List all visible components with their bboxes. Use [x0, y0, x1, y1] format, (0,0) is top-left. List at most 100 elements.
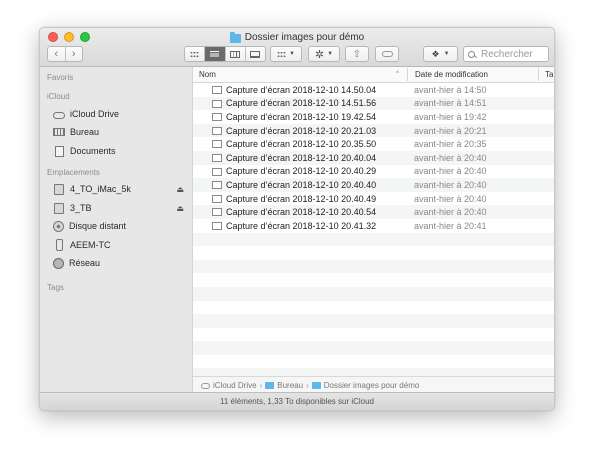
- image-file-icon: [212, 208, 222, 217]
- sidebar-item-label: Documents: [70, 146, 116, 156]
- empty-row: [193, 328, 554, 342]
- list-icon: [210, 50, 220, 58]
- sidebar-item-label: Réseau: [69, 258, 101, 268]
- eject-icon[interactable]: ⏏: [176, 204, 184, 213]
- file-name: Capture d’écran 2018-12-10 14.50.04: [226, 84, 377, 95]
- image-file-icon: [212, 167, 222, 176]
- image-file-icon: [212, 99, 222, 108]
- file-date: avant-hier à 20:35: [414, 139, 487, 150]
- cloud-icon: [53, 111, 65, 119]
- sidebar-item-disque-distant[interactable]: Disque distant: [53, 219, 184, 233]
- file-name: Capture d’écran 2018-12-10 20.40.49: [226, 193, 377, 204]
- sidebar-item-documents[interactable]: Documents: [53, 144, 184, 158]
- documents-icon: [54, 145, 64, 157]
- table-row[interactable]: Capture d’écran 2018-12-10 20.40.04 avant…: [193, 150, 554, 165]
- sidebar-item-reseau[interactable]: Réseau: [53, 256, 184, 270]
- chevron-down-icon: ▼: [327, 51, 334, 57]
- image-file-icon: [212, 126, 222, 135]
- path-item-icloud-drive[interactable]: iCloud Drive: [213, 381, 257, 390]
- sidebar-item-aeem-tc[interactable]: AEEM-TC: [53, 238, 184, 252]
- gallery-view-button[interactable]: [244, 47, 265, 61]
- sidebar-item-label: Bureau: [70, 127, 100, 137]
- sidebar-item-label: 4_TO_iMac_5k: [70, 184, 131, 194]
- column-header: Nom ^ Date de modification Ta: [193, 67, 554, 83]
- drive-icon: [54, 202, 64, 214]
- column-divider[interactable]: [407, 68, 408, 81]
- sidebar-header-tags: Tags: [47, 283, 64, 292]
- file-name: Capture d’écran 2018-12-10 20.40.29: [226, 166, 377, 177]
- share-icon: ⇧: [352, 48, 362, 60]
- file-name: Capture d’écran 2018-12-10 14.51.56: [226, 98, 377, 109]
- cloud-icon: [201, 382, 210, 389]
- file-date: avant-hier à 20:41: [414, 220, 487, 231]
- search-field[interactable]: Rechercher: [463, 46, 549, 62]
- column-view-button[interactable]: [224, 47, 245, 61]
- file-name: Capture d’écran 2018-12-10 19.42.54: [226, 111, 377, 122]
- icon-view-button[interactable]: [185, 47, 204, 61]
- drive-icon: [54, 183, 64, 195]
- back-button[interactable]: ‹: [48, 47, 65, 61]
- file-name: Capture d’écran 2018-12-10 20.40.54: [226, 207, 377, 218]
- image-file-icon: [212, 221, 222, 230]
- gallery-icon: [250, 50, 261, 58]
- sidebar-item-label: 3_TB: [70, 203, 92, 213]
- file-date: avant-hier à 20:40: [414, 166, 487, 177]
- navigation-buttons: ‹ ›: [47, 46, 83, 62]
- file-date: avant-hier à 20:40: [414, 207, 487, 218]
- file-name: Capture d’écran 2018-12-10 20.40.04: [226, 152, 377, 163]
- table-row[interactable]: Capture d’écran 2018-12-10 20.40.54 avant…: [193, 205, 554, 219]
- view-mode-selector: [184, 46, 266, 62]
- column-divider[interactable]: [538, 68, 539, 81]
- image-file-icon: [212, 194, 222, 203]
- column-header-kind[interactable]: Ta: [545, 70, 553, 79]
- sidebar-item-3-tb[interactable]: 3_TB ⏏: [53, 201, 184, 215]
- file-date: avant-hier à 20:40: [414, 193, 487, 204]
- path-separator: ›: [259, 381, 263, 390]
- table-row[interactable]: Capture d’écran 2018-12-10 20.35.50 avant…: [193, 137, 554, 151]
- group-icon: [277, 50, 287, 58]
- share-button[interactable]: ⇧: [345, 46, 369, 62]
- table-row[interactable]: Capture d’écran 2018-12-10 14.51.56 avant…: [193, 96, 554, 111]
- window-title: Dossier images pour démo: [40, 31, 554, 44]
- file-date: avant-hier à 20:40: [414, 179, 487, 190]
- file-date: avant-hier à 14:50: [414, 84, 487, 95]
- sidebar: Favoris iCloud iCloud Drive Bureau Docum…: [40, 67, 193, 394]
- sidebar-item-label: Disque distant: [69, 221, 127, 231]
- dropbox-icon: ❖: [431, 48, 440, 59]
- tags-button[interactable]: [375, 46, 399, 62]
- table-row[interactable]: Capture d’écran 2018-12-10 19.42.54 avant…: [193, 110, 554, 124]
- chevron-down-icon: ▼: [289, 51, 295, 57]
- column-header-date[interactable]: Date de modification: [415, 70, 488, 79]
- image-file-icon: [212, 181, 222, 190]
- table-row[interactable]: Capture d’écran 2018-12-10 20.40.40 avant…: [193, 178, 554, 192]
- column-header-name[interactable]: Nom: [199, 70, 216, 79]
- file-date: avant-hier à 20:40: [414, 152, 487, 163]
- folder-icon: [229, 31, 241, 43]
- eject-icon[interactable]: ⏏: [176, 185, 184, 194]
- image-file-icon: [212, 113, 222, 122]
- path-item-bureau[interactable]: Bureau: [277, 381, 303, 390]
- forward-button[interactable]: ›: [64, 47, 83, 61]
- sort-ascending-icon: ^: [396, 71, 399, 77]
- sidebar-item-icloud-drive[interactable]: iCloud Drive: [53, 107, 184, 121]
- sidebar-header-locations: Emplacements: [47, 168, 100, 177]
- sidebar-header-favorites: Favoris: [47, 73, 74, 82]
- list-view-button[interactable]: [204, 47, 225, 61]
- table-row[interactable]: Capture d’écran 2018-12-10 20.40.49 avant…: [193, 192, 554, 206]
- sidebar-item-4-to-imac-5k[interactable]: 4_TO_iMac_5k ⏏: [53, 182, 184, 196]
- file-rows: Capture d’écran 2018-12-10 14.50.04 avant…: [193, 83, 554, 410]
- image-file-icon: [212, 86, 222, 94]
- empty-row: [193, 314, 554, 328]
- dropbox-button[interactable]: ❖ ▼: [423, 46, 458, 62]
- file-date: avant-hier à 19:42: [414, 111, 487, 122]
- table-row[interactable]: Capture d’écran 2018-12-10 14.50.04 avant…: [193, 83, 554, 97]
- group-menu-button[interactable]: ▼: [270, 46, 302, 62]
- table-row[interactable]: Capture d’écran 2018-12-10 20.41.32 avant…: [193, 219, 554, 233]
- sidebar-item-bureau[interactable]: Bureau: [53, 125, 184, 139]
- path-separator: ›: [306, 381, 309, 390]
- action-menu-button[interactable]: ✲ ▼: [308, 46, 340, 62]
- image-file-icon: [212, 153, 222, 162]
- table-row[interactable]: Capture d’écran 2018-12-10 20.21.03 avant…: [193, 123, 554, 138]
- path-item-current-folder[interactable]: Dossier images pour démo: [324, 381, 420, 390]
- table-row[interactable]: Capture d’écran 2018-12-10 20.40.29 avant…: [193, 165, 554, 179]
